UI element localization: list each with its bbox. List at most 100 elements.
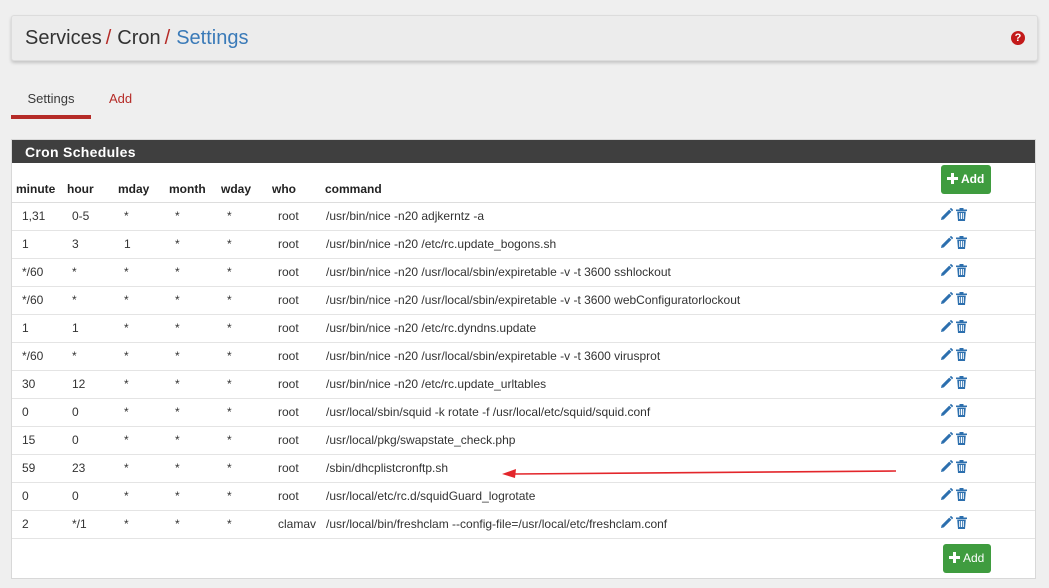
cell-minute: 1 bbox=[12, 314, 63, 343]
cell-who: root bbox=[268, 230, 321, 259]
cell-who: clamav bbox=[268, 510, 321, 539]
breadcrumb-services[interactable]: Services bbox=[25, 27, 102, 49]
cell-wday: * bbox=[217, 314, 268, 343]
cell-hour: 12 bbox=[63, 370, 114, 399]
trash-icon[interactable] bbox=[956, 320, 967, 336]
table-row: 30 12 * * * root/usr/bin/nice -n20 /etc/rc.up… bbox=[12, 370, 1035, 399]
cell-hour: 0-5 bbox=[63, 202, 114, 231]
trash-icon[interactable] bbox=[956, 264, 967, 280]
pencil-icon[interactable] bbox=[940, 347, 954, 364]
pencil-icon[interactable] bbox=[940, 431, 954, 448]
cell-hour: */1 bbox=[63, 510, 114, 539]
breadcrumb-settings[interactable]: Settings bbox=[176, 27, 248, 49]
cell-mday: * bbox=[114, 342, 165, 371]
table-row: 1,31 0-5 * * * root/usr/bin/nice -n20 adjkern… bbox=[12, 202, 1035, 231]
cell-month: * bbox=[165, 454, 217, 483]
column-header-who: who bbox=[268, 163, 321, 203]
pencil-icon[interactable] bbox=[940, 263, 954, 280]
trash-icon[interactable] bbox=[956, 460, 967, 476]
column-header-actions: Add bbox=[935, 163, 1035, 203]
trash-icon[interactable] bbox=[956, 292, 967, 308]
breadcrumb-separator: / bbox=[164, 27, 171, 49]
add-button-label: Add bbox=[963, 551, 985, 565]
add-button[interactable]: Add bbox=[941, 164, 992, 194]
trash-icon[interactable] bbox=[956, 208, 967, 224]
trash-icon[interactable] bbox=[956, 376, 967, 392]
cell-wday: * bbox=[217, 370, 268, 399]
cell-command: /usr/bin/nice -n20 /etc/rc.update_urltab… bbox=[321, 370, 935, 399]
pencil-icon[interactable] bbox=[940, 403, 954, 420]
column-header-hour: hour bbox=[63, 163, 114, 203]
cell-command: /usr/local/bin/freshclam --config-file=/… bbox=[321, 510, 935, 539]
cell-wday: * bbox=[217, 398, 268, 427]
cell-who: root bbox=[268, 342, 321, 371]
cell-command: /usr/bin/nice -n20 /usr/local/sbin/expir… bbox=[321, 286, 935, 315]
table-body: 1,31 0-5 * * * root/usr/bin/nice -n20 adjkern… bbox=[12, 202, 1035, 539]
column-header-minute: minute bbox=[12, 163, 63, 203]
cell-mday: * bbox=[114, 258, 165, 287]
cell-mday: * bbox=[114, 510, 165, 539]
pencil-icon[interactable] bbox=[940, 207, 954, 224]
row-actions bbox=[935, 370, 1035, 399]
cell-wday: * bbox=[217, 426, 268, 455]
cell-hour: * bbox=[63, 286, 114, 315]
tab-add[interactable]: Add bbox=[109, 80, 132, 116]
column-header-month: month bbox=[165, 163, 217, 203]
trash-icon[interactable] bbox=[956, 432, 967, 448]
plus-icon bbox=[947, 172, 958, 184]
cell-minute: */60 bbox=[12, 342, 63, 371]
cell-minute: 1,31 bbox=[12, 202, 63, 231]
cell-command: /usr/local/sbin/squid -k rotate -f /usr/… bbox=[321, 398, 935, 427]
cell-who: root bbox=[268, 398, 321, 427]
cell-who: root bbox=[268, 258, 321, 287]
pencil-icon[interactable] bbox=[940, 291, 954, 308]
cell-command: /usr/local/etc/rc.d/squidGuard_logrotate bbox=[321, 482, 935, 511]
row-actions bbox=[935, 230, 1035, 259]
active-tab-indicator bbox=[11, 115, 91, 119]
column-header-mday: mday bbox=[114, 163, 165, 203]
pencil-icon[interactable] bbox=[940, 515, 954, 532]
cell-mday: * bbox=[114, 482, 165, 511]
breadcrumb-separator: / bbox=[105, 27, 112, 49]
cell-minute: 0 bbox=[12, 398, 63, 427]
add-button-label: Add bbox=[961, 171, 985, 186]
column-header-wday: wday bbox=[217, 163, 268, 203]
table-header-row: minute hour mday month wday who command … bbox=[12, 163, 1035, 203]
trash-icon[interactable] bbox=[956, 348, 967, 364]
cell-command: /usr/bin/nice -n20 /usr/local/sbin/expir… bbox=[321, 342, 935, 371]
cell-hour: 23 bbox=[63, 454, 114, 483]
pencil-icon[interactable] bbox=[940, 319, 954, 336]
pencil-icon[interactable] bbox=[940, 235, 954, 252]
pencil-icon[interactable] bbox=[940, 487, 954, 504]
cell-who: root bbox=[268, 202, 321, 231]
cell-minute: 59 bbox=[12, 454, 63, 483]
tab-settings[interactable]: Settings bbox=[11, 80, 91, 116]
trash-icon[interactable] bbox=[956, 488, 967, 504]
table-row: */60 * * * * root/usr/bin/nice -n20 /usr/loca… bbox=[12, 286, 1035, 315]
add-button-bottom[interactable]: Add bbox=[943, 544, 992, 573]
trash-icon[interactable] bbox=[956, 236, 967, 252]
table-row: 1 1 * * * root/usr/bin/nice -n20 /etc/rc.dynd… bbox=[12, 314, 1035, 343]
cell-mday: * bbox=[114, 426, 165, 455]
table-row: 2 */1 * * * clamav/usr/local/bin/freshclam --… bbox=[12, 510, 1035, 539]
cell-minute: 15 bbox=[12, 426, 63, 455]
cell-minute: 30 bbox=[12, 370, 63, 399]
row-actions bbox=[935, 426, 1035, 455]
row-actions bbox=[935, 398, 1035, 427]
cell-wday: * bbox=[217, 286, 268, 315]
pencil-icon[interactable] bbox=[940, 375, 954, 392]
breadcrumb-cron[interactable]: Cron bbox=[117, 27, 160, 49]
row-actions bbox=[935, 510, 1035, 539]
trash-icon[interactable] bbox=[956, 516, 967, 532]
trash-icon[interactable] bbox=[956, 404, 967, 420]
cell-mday: * bbox=[114, 454, 165, 483]
cell-who: root bbox=[268, 482, 321, 511]
red-arrow-annotation bbox=[502, 469, 897, 478]
panel-title: Cron Schedules bbox=[12, 140, 1035, 163]
row-actions bbox=[935, 482, 1035, 511]
question-circle-icon[interactable]: ? bbox=[1011, 31, 1025, 45]
cell-command: /usr/bin/nice -n20 /usr/local/sbin/expir… bbox=[321, 258, 935, 287]
cell-wday: * bbox=[217, 482, 268, 511]
pencil-icon[interactable] bbox=[940, 459, 954, 476]
cell-who: root bbox=[268, 314, 321, 343]
